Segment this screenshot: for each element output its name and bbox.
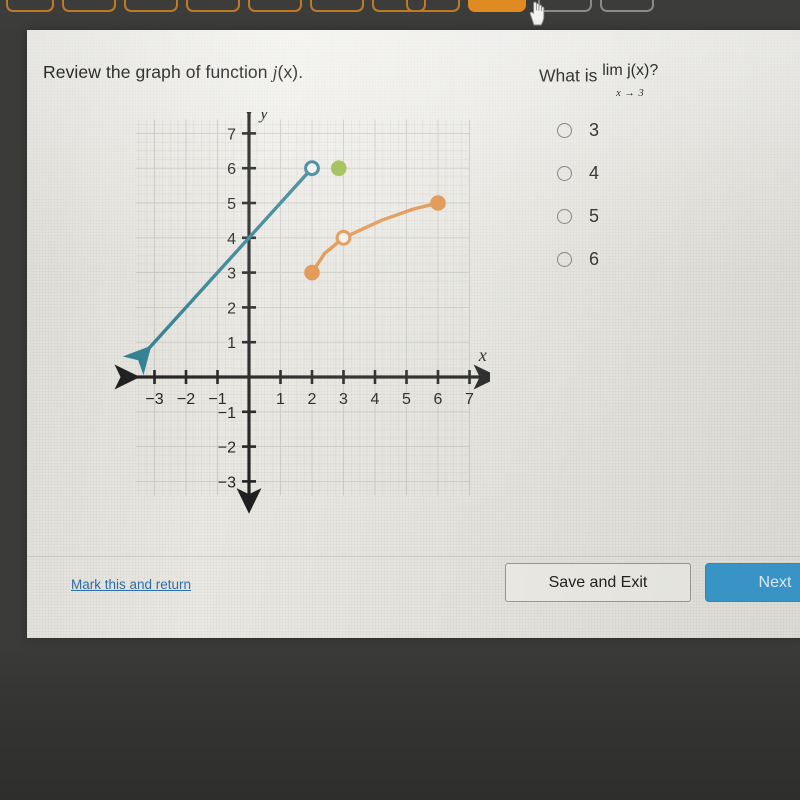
prompt-text-after: (x).: [277, 62, 304, 82]
y-tick-label: 5: [227, 196, 236, 213]
x-tick-label: 4: [371, 391, 380, 408]
x-tick-label: 1: [276, 391, 285, 408]
x-axis-label: x: [478, 345, 487, 365]
option-label-2: 5: [589, 206, 600, 226]
option-row-2[interactable]: 5: [557, 206, 789, 227]
page-title: Review the graph of function j(x).: [27, 62, 303, 83]
open-point-marker: [335, 229, 352, 246]
y-tick-label: 1: [227, 335, 236, 352]
x-tick-label: −3: [145, 391, 163, 408]
filled-point-marker: [430, 195, 446, 211]
y-tick-label: −3: [218, 474, 236, 491]
browser-tab-4[interactable]: [186, 0, 240, 12]
radio-option-0[interactable]: [557, 123, 572, 138]
browser-tab-2[interactable]: [62, 0, 116, 12]
y-tick-label: 4: [227, 231, 236, 248]
prompt-text-before: Review the graph of function: [43, 62, 273, 82]
x-tick-label: 7: [465, 391, 474, 408]
question-panel: What is lim j(x)? x → 3 3 4 5 6: [539, 56, 789, 270]
y-tick-label: −1: [218, 405, 236, 422]
page-footer: Mark this and return Save and Exit Next: [27, 556, 800, 638]
y-tick-label: 2: [227, 300, 236, 317]
limit-main: lim j(x)?: [602, 62, 659, 79]
save-and-exit-button[interactable]: Save and Exit: [505, 563, 691, 602]
mark-this-and-return-link[interactable]: Mark this and return: [71, 577, 191, 592]
option-row-3[interactable]: 6: [557, 249, 789, 270]
option-label-0: 3: [589, 120, 600, 140]
limit-subscript: x → 3: [616, 88, 645, 99]
x-tick-label: −2: [177, 391, 195, 408]
x-tick-label: 2: [308, 391, 317, 408]
x-tick-label: 3: [339, 391, 348, 408]
quiz-page: Review the graph of function j(x). −3 −2…: [27, 30, 800, 638]
browser-tab-1[interactable]: [6, 0, 54, 12]
y-tick-label: 6: [227, 161, 236, 178]
open-point-marker: [304, 160, 320, 177]
question-intro: What is: [539, 65, 598, 86]
graph-ticks: −3 −2 −1 1 2 3 4 5 6 77654321−1−2−3: [145, 126, 474, 491]
graph-svg: −3 −2 −1 1 2 3 4 5 6 77654321−1−2−3 x y: [114, 112, 490, 514]
browser-tab-8[interactable]: [406, 0, 460, 12]
option-label-3: 6: [589, 249, 600, 269]
limit-expression: lim j(x)? x → 3: [602, 59, 658, 101]
browser-tab-active[interactable]: [468, 0, 526, 12]
browser-tab-6[interactable]: [310, 0, 364, 12]
filled-point-marker: [304, 264, 320, 281]
option-row-1[interactable]: 4: [557, 163, 789, 184]
desk-background: [0, 650, 800, 800]
browser-tab-5[interactable]: [248, 0, 302, 12]
y-tick-label: 3: [227, 266, 236, 283]
radio-option-3[interactable]: [557, 252, 572, 267]
browser-tab-3[interactable]: [124, 0, 178, 12]
y-tick-label: 7: [227, 126, 236, 143]
function-graph: −3 −2 −1 1 2 3 4 5 6 7 7 6 5 4 3 2 1 −1 −2 −3 x y: [110, 112, 490, 522]
series-green-point: [330, 160, 347, 176]
pointing-hand-cursor: [529, 1, 545, 26]
question-text: What is lim j(x)? x → 3: [539, 56, 789, 101]
option-label-1: 4: [589, 163, 600, 183]
x-tick-label: 5: [402, 391, 411, 408]
radio-option-2[interactable]: [557, 209, 572, 224]
browser-tab-10[interactable]: [600, 0, 654, 12]
screenshot-root: Review the graph of function j(x). −3 −2…: [0, 0, 800, 800]
y-axis-label: y: [258, 112, 268, 123]
browser-tab-bar: [0, 0, 800, 28]
radio-option-1[interactable]: [557, 166, 572, 181]
x-tick-label: 6: [434, 391, 443, 408]
filled-point-marker: [330, 160, 347, 176]
next-button[interactable]: Next: [705, 563, 800, 602]
option-row-0[interactable]: 3: [557, 120, 789, 141]
y-tick-label: −2: [218, 440, 236, 457]
